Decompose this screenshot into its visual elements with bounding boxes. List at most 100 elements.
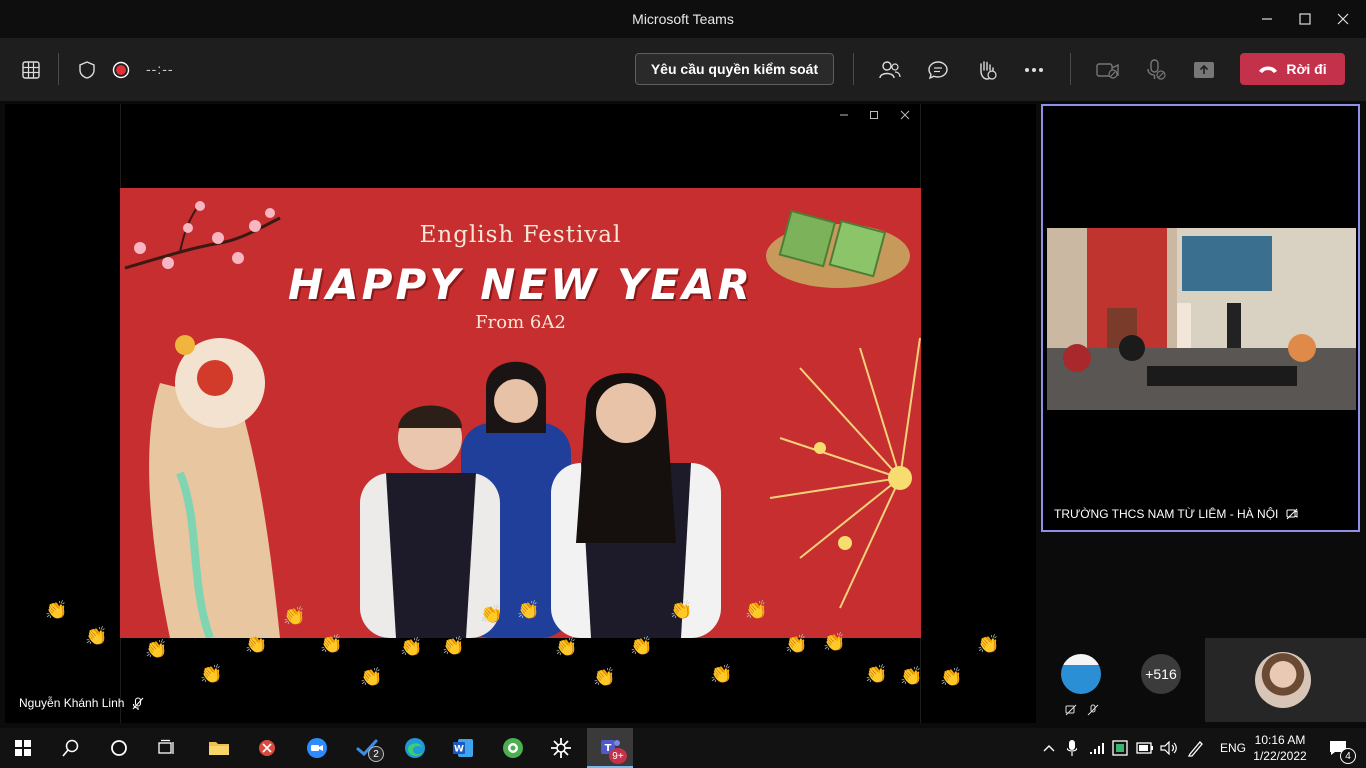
- shield-icon: [79, 61, 95, 79]
- more-participants-button[interactable]: +516: [1141, 654, 1181, 694]
- clap-reaction-icon: 👏: [823, 632, 846, 652]
- presenter-name-tag: Nguyễn Khánh Linh: [19, 696, 144, 710]
- input-language[interactable]: ENG: [1220, 741, 1246, 755]
- notifications-button[interactable]: 4: [1320, 728, 1356, 768]
- clap-reaction-icon: 👏: [145, 639, 168, 659]
- chat-icon: [928, 61, 948, 80]
- mic-off-icon: [1087, 704, 1099, 716]
- raise-hand-icon: [980, 61, 997, 80]
- file-explorer-button[interactable]: [196, 728, 242, 768]
- greenshot-button[interactable]: [490, 728, 536, 768]
- school-name: TRƯỜNG THCS NAM TỪ LIÊM - HÀ NỘI: [1054, 507, 1279, 521]
- reactions-button[interactable]: [970, 55, 1002, 85]
- school-name-tag: TRƯỜNG THCS NAM TỪ LIÊM - HÀ NỘI: [1054, 507, 1298, 521]
- camera-off-icon: [1286, 508, 1298, 520]
- window-title: Microsoft Teams: [632, 11, 734, 27]
- word-app-button[interactable]: W: [440, 728, 486, 768]
- participant-tile-school[interactable]: TRƯỜNG THCS NAM TỪ LIÊM - HÀ NỘI: [1041, 104, 1360, 532]
- chevron-up-icon: [1043, 745, 1055, 752]
- meeting-toolbar: --:-- Yêu cầu quyền kiểm soát Rời đi: [0, 38, 1366, 101]
- microphone-button[interactable]: [1140, 55, 1172, 85]
- clap-reaction-icon: 👏: [283, 606, 306, 626]
- clock-date: 1/22/2022: [1253, 749, 1307, 763]
- system-clock[interactable]: 10:16 AM 1/22/2022: [1250, 732, 1310, 764]
- cortana-icon: [111, 740, 127, 756]
- tray-volume-button[interactable]: [1158, 728, 1180, 768]
- tray-network-button[interactable]: [1088, 728, 1108, 768]
- toolbar-divider: [1070, 53, 1071, 85]
- folder-icon: [209, 742, 229, 755]
- edge-browser-button[interactable]: [392, 728, 438, 768]
- shared-screen-stage: English Festival HAPPY NEW YEAR From 6A2: [5, 104, 1036, 723]
- cortana-button[interactable]: [96, 728, 142, 768]
- clap-reaction-icon: 👏: [555, 637, 578, 657]
- teams-app-button[interactable]: T 9+: [587, 728, 633, 768]
- avatar[interactable]: [1061, 654, 1101, 694]
- teams-badge: 9+: [609, 748, 627, 764]
- layout-button[interactable]: [16, 55, 46, 85]
- shared-close-icon: [890, 106, 920, 124]
- tray-battery-button[interactable]: [1134, 728, 1156, 768]
- zoom-icon: [307, 738, 327, 758]
- show-hidden-icons-button[interactable]: [1040, 728, 1058, 768]
- recording-indicator: [108, 55, 134, 85]
- clap-reaction-icon: 👏: [480, 604, 503, 624]
- muted-mic-icon: [133, 696, 144, 710]
- edge-icon: [405, 738, 425, 758]
- school-video-feed: [1047, 228, 1356, 410]
- meeting-security-button[interactable]: [74, 55, 100, 85]
- clap-reaction-icon: 👏: [517, 600, 540, 620]
- snipping-tool-button[interactable]: [244, 728, 290, 768]
- clap-reaction-icon: 👏: [85, 626, 108, 646]
- self-video-tile[interactable]: [1205, 638, 1366, 722]
- close-icon: [1337, 13, 1349, 25]
- people-icon: [879, 61, 901, 79]
- zoom-app-button[interactable]: [294, 728, 340, 768]
- speaker-icon: [1160, 741, 1177, 755]
- clap-reaction-icon: 👏: [745, 600, 768, 620]
- camera-off-icon: [1096, 63, 1119, 79]
- students-video: [360, 361, 721, 638]
- tasks-badge: 2: [368, 746, 384, 762]
- mic-off-icon: [1147, 59, 1166, 80]
- request-control-button[interactable]: Yêu cầu quyền kiểm soát: [635, 53, 834, 85]
- happy-new-year-headline: HAPPY NEW YEAR: [288, 260, 753, 309]
- clap-reaction-icon: 👏: [940, 667, 963, 687]
- clap-reaction-icon: 👏: [593, 667, 616, 687]
- windows-taskbar: 2 W T 9+ ENG 10:16 AM 1/22/2022 4: [0, 728, 1366, 768]
- minimize-icon: [1262, 18, 1272, 20]
- clap-reaction-icon: 👏: [785, 634, 808, 654]
- tray-mic-button[interactable]: [1062, 728, 1082, 768]
- pen-icon: [1187, 741, 1203, 757]
- windows-icon: [15, 740, 31, 756]
- task-view-button[interactable]: [144, 728, 190, 768]
- sparkle-app-button[interactable]: [538, 728, 584, 768]
- leave-button[interactable]: Rời đi: [1240, 53, 1345, 85]
- share-content-button[interactable]: [1188, 55, 1220, 85]
- tray-pen-button[interactable]: [1184, 728, 1208, 768]
- tasks-app-button[interactable]: 2: [344, 728, 390, 768]
- clap-reaction-icon: 👏: [865, 664, 888, 684]
- fireworks-decoration: [769, 337, 921, 609]
- close-button[interactable]: [1320, 0, 1366, 38]
- participant-gallery: +516: [1041, 638, 1366, 722]
- festival-title: English Festival: [419, 222, 622, 248]
- start-button[interactable]: [0, 728, 46, 768]
- participants-button[interactable]: [874, 55, 906, 85]
- tray-app-button[interactable]: [1110, 728, 1130, 768]
- toolbar-divider: [58, 53, 59, 85]
- more-icon: [1025, 68, 1043, 72]
- clap-reaction-icon: 👏: [320, 634, 343, 654]
- clap-reaction-icon: 👏: [977, 634, 1000, 654]
- clap-reaction-icon: 👏: [442, 636, 465, 656]
- shared-maximize-icon: [859, 106, 889, 124]
- camera-button[interactable]: [1092, 55, 1124, 85]
- search-button[interactable]: [48, 728, 94, 768]
- clap-reaction-icon: 👏: [400, 637, 423, 657]
- avatar-status-icons: [1065, 704, 1099, 716]
- camera-off-icon: [1065, 704, 1077, 716]
- more-actions-button[interactable]: [1018, 55, 1050, 85]
- clap-reaction-icon: 👏: [360, 667, 383, 687]
- chat-button[interactable]: [922, 55, 954, 85]
- shared-minimize-icon: [829, 106, 859, 124]
